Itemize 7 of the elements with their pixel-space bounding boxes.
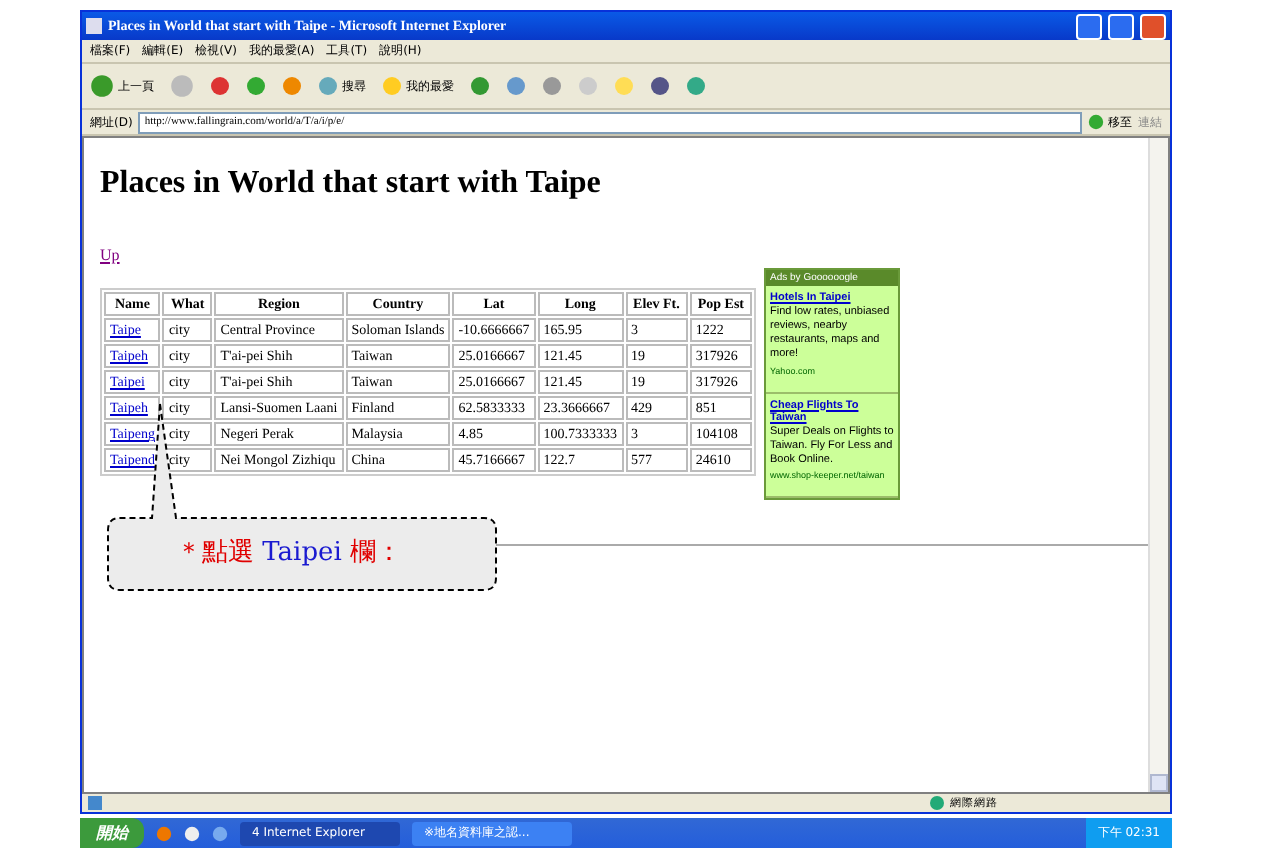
maximize-button[interactable] (1108, 13, 1134, 39)
minimize-button[interactable] (1076, 13, 1102, 39)
start-button[interactable]: 開始 (80, 818, 144, 848)
up-link[interactable]: Up (100, 246, 120, 264)
close-button[interactable] (1140, 13, 1166, 39)
page-heading: Places in World that start with Taipe (100, 166, 603, 202)
callout-text: ＊點選 Taipei 欄： (176, 536, 403, 570)
